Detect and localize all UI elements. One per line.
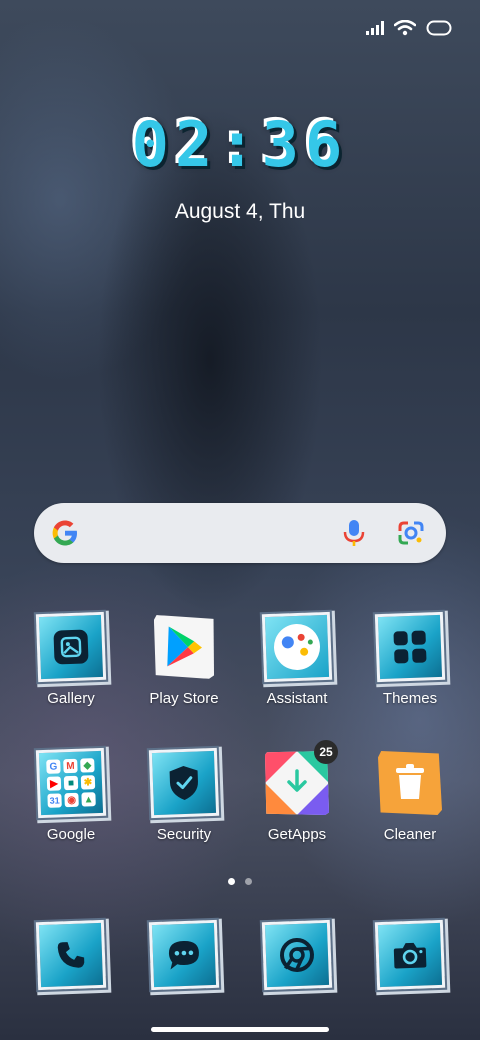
clock-time[interactable]: 02:36 (0, 108, 480, 181)
app-security[interactable]: Security (128, 747, 240, 843)
messages-icon (148, 919, 220, 991)
camera-icon (374, 919, 446, 991)
app-google-folder[interactable]: G M ◆ ▶ ■ ✱ 31 ◉ ▲ Google (15, 747, 127, 843)
page-dot-active (228, 878, 235, 885)
app-play-store[interactable]: Play Store (128, 612, 240, 707)
dock-phone[interactable] (15, 919, 127, 991)
app-assistant[interactable]: Assistant (241, 611, 353, 707)
themes-icon (374, 611, 446, 683)
clock-date: August 4, Thu (174, 200, 306, 223)
battery-icon (426, 20, 452, 36)
page-indicator (0, 878, 480, 885)
dock-chrome[interactable] (241, 919, 353, 991)
app-label: GetApps (267, 826, 327, 843)
app-label: Gallery (47, 690, 95, 707)
google-folder-icon: G M ◆ ▶ ■ ✱ 31 ◉ ▲ (35, 747, 107, 819)
app-label: Play Store (149, 690, 219, 707)
signal-icon (366, 21, 384, 35)
wifi-icon (394, 20, 416, 36)
page-dot (245, 878, 252, 885)
app-themes[interactable]: Themes (354, 611, 466, 707)
app-label: Themes (382, 690, 438, 707)
app-label: Google (46, 826, 96, 843)
dock-messages[interactable] (128, 919, 240, 991)
assistant-icon (261, 611, 333, 683)
app-label: Cleaner (383, 826, 437, 843)
status-bar (366, 14, 452, 42)
notification-badge: 25 (314, 740, 338, 764)
phone-icon (35, 919, 107, 991)
app-cleaner[interactable]: Cleaner (354, 748, 466, 843)
chrome-icon (261, 919, 333, 991)
play-store-icon (152, 615, 216, 679)
security-icon (148, 747, 220, 819)
app-getapps[interactable]: 25 GetApps (241, 740, 353, 843)
gallery-icon (35, 611, 107, 683)
microphone-icon[interactable] (340, 518, 368, 548)
google-logo-icon (52, 520, 77, 546)
dock-camera[interactable] (354, 919, 466, 991)
cleaner-icon (378, 751, 442, 815)
home-indicator[interactable] (151, 1027, 329, 1032)
google-lens-icon[interactable] (396, 519, 426, 547)
app-gallery[interactable]: Gallery (15, 611, 127, 707)
app-label: Security (156, 826, 212, 843)
google-search-bar[interactable] (34, 503, 446, 563)
app-label: Assistant (266, 690, 328, 707)
